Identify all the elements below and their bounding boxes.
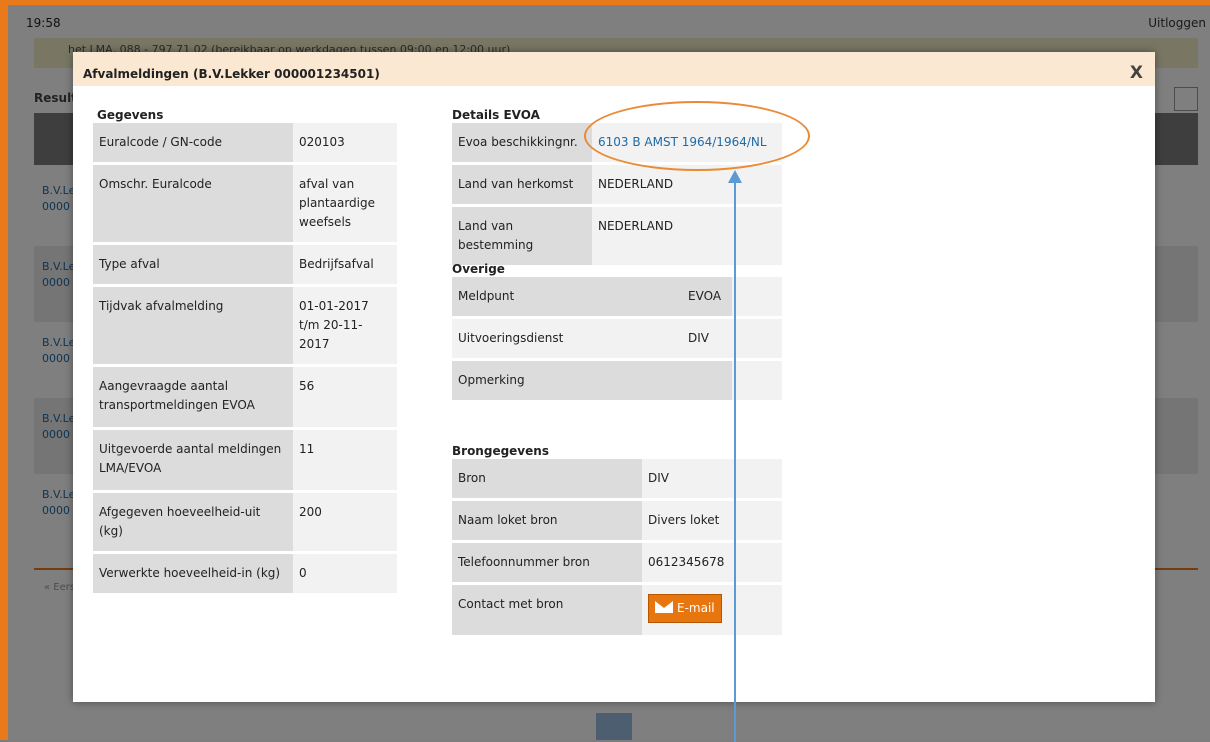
field-value: NEDERLAND [592, 207, 782, 265]
table-row: Tijdvak afvalmelding 01-01-2017 t/m 20-1… [93, 287, 397, 364]
table-row: Meldpunt EVOA [452, 277, 782, 316]
empty-cell [732, 319, 782, 358]
table-row: Bron DIV [452, 459, 782, 498]
field-value: Divers loket [642, 501, 782, 540]
field-value: Bedrijfsafval [293, 245, 397, 284]
field-value [732, 361, 782, 400]
email-button-label: E-mail [677, 601, 715, 615]
window-left-border [0, 0, 8, 740]
table-row: Euralcode / GN-code 020103 [93, 123, 397, 162]
field-value: EVOA [682, 277, 732, 316]
field-label: Bron [452, 459, 642, 498]
overige-table: Meldpunt EVOA Uitvoeringsdienst DIV Opme… [452, 274, 782, 403]
arrow-head-icon [728, 170, 742, 183]
field-value: 0 [293, 554, 397, 593]
field-label: Type afval [93, 245, 293, 284]
field-value: DIV [682, 319, 732, 358]
field-label: Euralcode / GN-code [93, 123, 293, 162]
highlight-circle [584, 101, 810, 171]
field-label: Tijdvak afvalmelding [93, 287, 293, 364]
field-value: 020103 [293, 123, 397, 162]
table-row: Opmerking [452, 361, 782, 400]
bron-table: Bron DIV Naam loket bron Divers loket Te… [452, 456, 782, 638]
field-label: Uitgevoerde aantal meldingen LMA/EVOA [93, 430, 293, 490]
table-row: Naam loket bron Divers loket [452, 501, 782, 540]
field-label: Afgegeven hoeveelheid-uit (kg) [93, 493, 293, 551]
field-value: 01-01-2017 t/m 20-11-2017 [293, 287, 397, 364]
table-row: Afgegeven hoeveelheid-uit (kg) 200 [93, 493, 397, 551]
field-label: Telefoonnummer bron [452, 543, 642, 582]
table-row: Verwerkte hoeveelheid-in (kg) 0 [93, 554, 397, 593]
field-label: Naam loket bron [452, 501, 642, 540]
field-label: Meldpunt [452, 277, 682, 316]
field-label: Contact met bron [452, 585, 642, 635]
field-value: E-mail [642, 585, 782, 635]
field-value: DIV [642, 459, 782, 498]
field-label: Verwerkte hoeveelheid-in (kg) [93, 554, 293, 593]
modal-header: Afvalmeldingen (B.V.Lekker 000001234501)… [73, 52, 1155, 86]
table-row: Aangevraagde aantal transportmeldingen E… [93, 367, 397, 427]
field-label: Land van herkomst [452, 165, 592, 204]
email-button[interactable]: E-mail [648, 594, 722, 623]
table-row: Contact met bron E-mail [452, 585, 782, 635]
field-label: Aangevraagde aantal transportmeldingen E… [93, 367, 293, 427]
table-row: Omschr. Euralcode afval van plantaardige… [93, 165, 397, 242]
field-label: Opmerking [452, 361, 732, 400]
scroll-button[interactable] [596, 713, 632, 740]
annotation-arrow [734, 182, 736, 742]
envelope-icon [655, 601, 673, 613]
close-button[interactable]: X [1130, 63, 1143, 83]
field-value: 56 [293, 367, 397, 427]
field-value: afval van plantaardige weefsels [293, 165, 397, 242]
table-row: Uitgevoerde aantal meldingen LMA/EVOA 11 [93, 430, 397, 490]
field-label: Evoa beschikkingnr. [452, 123, 592, 162]
field-label: Land van bestemming [452, 207, 592, 265]
modal-title: Afvalmeldingen (B.V.Lekker 000001234501) [83, 67, 380, 81]
table-row: Telefoonnummer bron 0612345678 [452, 543, 782, 582]
field-value: 200 [293, 493, 397, 551]
empty-cell [732, 277, 782, 316]
table-row: Uitvoeringsdienst DIV [452, 319, 782, 358]
field-value: 0612345678 [642, 543, 782, 582]
table-row: Land van bestemming NEDERLAND [452, 207, 782, 265]
field-label: Omschr. Euralcode [93, 165, 293, 242]
table-row: Type afval Bedrijfsafval [93, 245, 397, 284]
field-value: 11 [293, 430, 397, 490]
gegevens-table: Euralcode / GN-code 020103 Omschr. Eural… [93, 120, 397, 596]
field-label: Uitvoeringsdienst [452, 319, 682, 358]
